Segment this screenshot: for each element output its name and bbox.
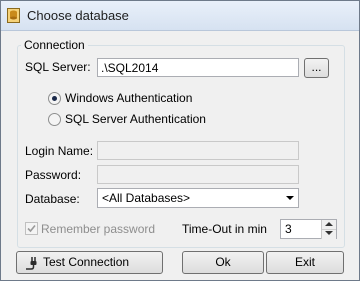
database-select-value: <All Databases>: [102, 191, 191, 205]
remember-password-checkbox[interactable]: [25, 222, 38, 235]
windows-auth-radio[interactable]: [48, 92, 61, 105]
title-bar: Choose database: [1, 1, 359, 31]
password-label: Password:: [25, 168, 82, 182]
spin-down-button[interactable]: [322, 229, 336, 238]
test-connection-label: Test Connection: [43, 255, 130, 269]
database-select[interactable]: <All Databases>: [97, 188, 299, 208]
password-input[interactable]: [97, 165, 299, 184]
radio-selected-dot: [52, 96, 57, 101]
remember-password-label: Remember password: [41, 222, 156, 236]
browse-server-button[interactable]: ...: [304, 58, 329, 78]
ok-button[interactable]: Ok: [182, 251, 264, 274]
spinner-buttons: [321, 220, 336, 239]
login-name-input[interactable]: [97, 141, 299, 160]
window-title: Choose database: [27, 8, 129, 23]
sql-auth-label[interactable]: SQL Server Authentication: [65, 112, 206, 126]
database-app-icon: [7, 8, 20, 23]
windows-auth-label[interactable]: Windows Authentication: [65, 91, 192, 105]
choose-database-dialog: Choose database Connection SQL Server: .…: [0, 0, 360, 281]
plug-icon: [26, 257, 37, 270]
timeout-spinner[interactable]: 3: [280, 219, 337, 239]
connection-group-label: Connection: [21, 38, 88, 52]
sql-server-label: SQL Server:: [25, 60, 91, 74]
sql-server-input[interactable]: .\SQL2014: [97, 58, 299, 77]
checkmark-icon: [27, 224, 36, 233]
chevron-down-icon: [286, 196, 294, 200]
test-connection-button[interactable]: Test Connection: [16, 251, 163, 274]
arrow-up-icon: [325, 222, 333, 226]
login-name-label: Login Name:: [25, 144, 94, 158]
database-label: Database:: [25, 192, 80, 206]
timeout-label: Time-Out in min: [182, 222, 267, 236]
arrow-down-icon: [325, 231, 333, 235]
exit-button[interactable]: Exit: [266, 251, 344, 274]
timeout-value: 3: [285, 222, 292, 236]
sql-auth-radio[interactable]: [48, 113, 61, 126]
